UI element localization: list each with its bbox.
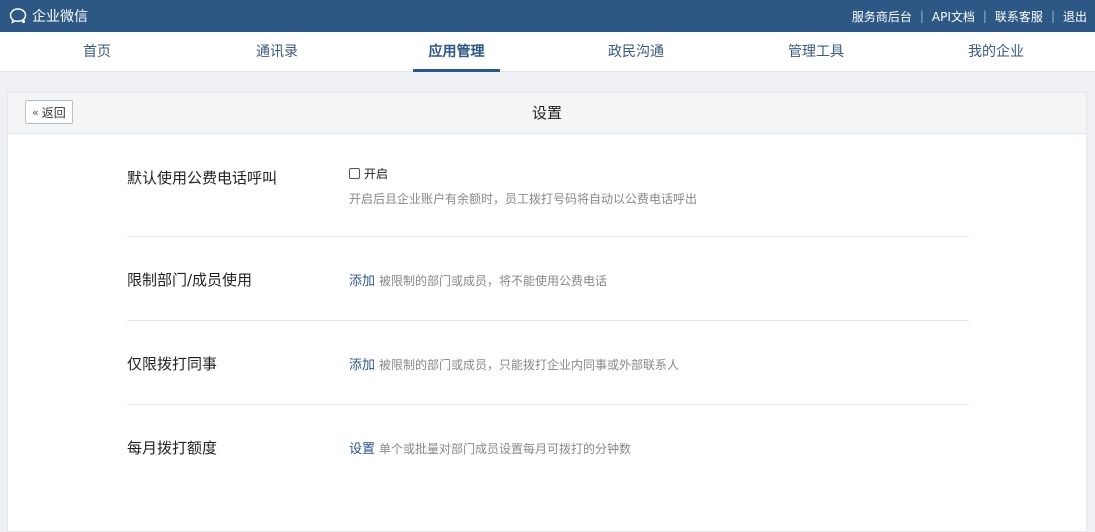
top-bar: 企业微信 服务商后台 | API文档 | 联系客服 | 退出	[0, 0, 1095, 32]
set-monthly-quota-link[interactable]: 设置	[349, 442, 375, 457]
nav-app-management-label: 应用管理	[428, 44, 485, 60]
setting-row-colleagues-only: 仅限拨打同事 添加 被限制的部门或成员，只能拨打企业内同事或外部联系人	[127, 321, 969, 405]
logout-link[interactable]: 退出	[1063, 8, 1087, 25]
nav-app-management[interactable]: 应用管理	[413, 32, 500, 72]
active-tab-indicator	[413, 69, 500, 72]
setting-row-monthly-quota: 每月拨打额度 设置 单个或批量对部门成员设置每月可拨打的分钟数	[127, 405, 969, 489]
nav-my-enterprise[interactable]: 我的企业	[960, 32, 1032, 72]
setting-hint: 被限制的部门或成员，将不能使用公费电话	[379, 274, 608, 288]
nav-gov-communication[interactable]: 政民沟通	[600, 32, 672, 72]
main-nav: 首页 通讯录 应用管理 政民沟通 管理工具 我的企业	[0, 32, 1095, 72]
back-button-label: 返回	[41, 105, 66, 120]
setting-row-public-call: 默认使用公费电话呼叫 开启 开启后且企业账户有余额时，员工拨打号码将自动以公费电…	[127, 133, 969, 237]
setting-label: 限制部门/成员使用	[127, 271, 253, 289]
contact-support-link[interactable]: 联系客服	[995, 8, 1043, 25]
setting-content: 添加 被限制的部门或成员，将不能使用公费电话	[349, 270, 607, 289]
nav-management-tools[interactable]: 管理工具	[780, 32, 852, 72]
setting-label: 每月拨打额度	[127, 439, 218, 457]
setting-hint: 单个或批量对部门成员设置每月可拨打的分钟数	[379, 442, 632, 456]
double-chevron-left-icon: «	[32, 105, 39, 119]
setting-label: 仅限拨打同事	[127, 355, 218, 373]
setting-hint: 开启后且企业账户有余额时，员工拨打号码将自动以公费电话呼出	[349, 192, 698, 206]
settings-panel: 设置 « 返回 默认使用公费电话呼叫 开启 开启后且企业账户有余额时，员工拨打号…	[7, 92, 1087, 532]
setting-content: 设置 单个或批量对部门成员设置每月可拨打的分钟数	[349, 438, 631, 457]
back-button[interactable]: « 返回	[25, 100, 73, 124]
setting-hint: 被限制的部门或成员，只能拨打企业内同事或外部联系人	[379, 358, 680, 372]
brand[interactable]: 企业微信	[8, 6, 88, 26]
public-call-toggle[interactable]: 开启	[349, 165, 697, 182]
nav-contacts[interactable]: 通讯录	[241, 32, 313, 72]
add-colleagues-only-members-link[interactable]: 添加	[349, 358, 375, 373]
public-call-checkbox[interactable]	[349, 168, 360, 179]
checkbox-label: 开启	[364, 167, 389, 181]
page-title: 设置	[531, 104, 562, 122]
nav-home[interactable]: 首页	[61, 32, 133, 72]
brand-name: 企业微信	[32, 9, 88, 25]
setting-content: 开启 开启后且企业账户有余额时，员工拨打号码将自动以公费电话呼出	[349, 165, 697, 207]
api-docs-link[interactable]: API文档	[932, 8, 975, 25]
add-restricted-members-link[interactable]: 添加	[349, 274, 375, 289]
provider-console-link[interactable]: 服务商后台	[852, 8, 912, 25]
top-links: 服务商后台 | API文档 | 联系客服 | 退出	[852, 8, 1087, 25]
setting-label: 默认使用公费电话呼叫	[127, 169, 278, 187]
setting-row-restrict-usage: 限制部门/成员使用 添加 被限制的部门或成员，将不能使用公费电话	[127, 237, 969, 321]
setting-content: 添加 被限制的部门或成员，只能拨打企业内同事或外部联系人	[349, 354, 679, 373]
panel-header: 设置 « 返回	[8, 93, 1086, 134]
wework-logo-icon	[9, 8, 27, 24]
divider: |	[982, 9, 987, 23]
divider: |	[1050, 9, 1055, 23]
divider: |	[919, 9, 924, 23]
